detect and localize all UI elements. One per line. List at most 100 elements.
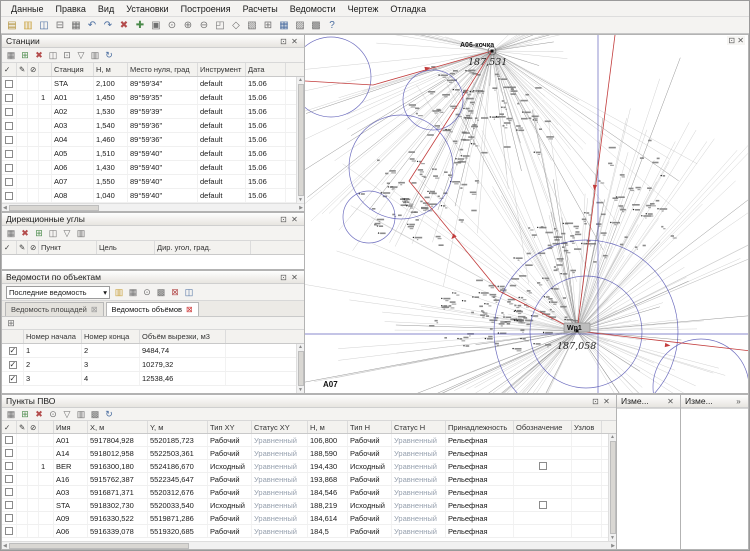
row-checkbox[interactable] <box>5 136 13 144</box>
table-row[interactable]: A061,43089°59'40"default15.06 <box>2 161 296 175</box>
mark-checkbox[interactable] <box>539 501 547 509</box>
index-column[interactable] <box>39 421 54 433</box>
row-checkbox[interactable] <box>5 475 13 483</box>
column-header[interactable]: Имя <box>54 421 88 433</box>
copy-row-icon[interactable]: ◫ <box>46 227 60 240</box>
table-row[interactable]: A035916871,3715520312,676РабочийУравненн… <box>2 486 608 499</box>
columns-icon[interactable]: ▥ <box>74 227 88 240</box>
delete-row-icon[interactable]: ✖ <box>18 227 32 240</box>
settings-icon[interactable]: ▩ <box>308 18 324 33</box>
close-icon[interactable]: ✕ <box>289 273 300 282</box>
table-row[interactable]: 1BER5916300,1805524186,670ИсходныйУравне… <box>2 460 608 473</box>
menu-Ведомости[interactable]: Ведомости <box>284 3 342 15</box>
attachment-icon[interactable]: ⊘ <box>28 421 39 433</box>
comment-icon[interactable]: ✎ <box>17 63 28 76</box>
row-checkbox[interactable] <box>9 375 17 383</box>
table-row[interactable]: A145918012,9585522503,361РабочийУравненн… <box>2 447 608 460</box>
table-row[interactable]: A041,46089°59'36"default15.06 <box>2 133 296 147</box>
table-row[interactable]: A051,51089°59'40"default15.06 <box>2 147 296 161</box>
table-row[interactable]: 129484,74 <box>2 344 296 358</box>
zoom-fit-icon[interactable]: ◰ <box>212 18 228 33</box>
map-canvas[interactable]: А06-кочка187,531Wp1187,058A07 ⊡ ✕ <box>305 34 749 394</box>
stations-vscrollbar[interactable]: ▲▼ <box>296 77 304 203</box>
column-header[interactable]: Номер начала <box>24 330 82 343</box>
preview-icon[interactable]: ▦ <box>68 18 84 33</box>
table-row[interactable]: A081,04089°59'40"default15.06 <box>2 189 296 203</box>
delete-row-icon[interactable]: ✖ <box>32 408 46 421</box>
delete-row-icon[interactable]: ✖ <box>32 49 46 62</box>
column-header[interactable]: Место нуля, град <box>128 63 198 76</box>
menu-Чертеж[interactable]: Чертеж <box>342 3 385 15</box>
column-header[interactable]: Дата <box>246 63 286 76</box>
table-row[interactable]: 2310279,32 <box>2 358 296 372</box>
open-icon[interactable]: ▥ <box>112 286 126 299</box>
table-row[interactable]: A071,55089°59'40"default15.06 <box>2 175 296 189</box>
row-checkbox[interactable] <box>5 122 13 130</box>
pan-icon[interactable]: ◇ <box>228 18 244 33</box>
close-icon[interactable]: ✕ <box>601 397 612 406</box>
tab-close-icon[interactable]: ⊠ <box>91 305 98 314</box>
row-checkbox[interactable] <box>5 514 13 522</box>
table-row[interactable]: A021,53089°59'39"default15.06 <box>2 105 296 119</box>
column-header[interactable]: Цель <box>97 241 155 254</box>
columns-icon[interactable]: ▥ <box>74 408 88 421</box>
sheet-select[interactable]: Последние ведомость ▾ <box>6 286 110 299</box>
close-icon[interactable]: ✕ <box>665 397 676 406</box>
table-row[interactable]: STA5918302,7305520033,540ИсходныйУравнен… <box>2 499 608 512</box>
new-icon[interactable]: ▤ <box>4 18 20 33</box>
filter-icon[interactable]: ▽ <box>74 49 88 62</box>
table-row[interactable]: A165915762,3875522345,647РабочийУравненн… <box>2 473 608 486</box>
save-icon[interactable]: ◫ <box>36 18 52 33</box>
table-row[interactable]: A065916339,0785519320,685РабочийУравненн… <box>2 525 608 538</box>
mark-checkbox[interactable] <box>539 462 547 470</box>
menu-Данные[interactable]: Данные <box>5 3 50 15</box>
comment-icon[interactable]: ✎ <box>17 421 28 433</box>
copy-row-icon[interactable]: ◫ <box>46 49 60 62</box>
insert-row-icon[interactable]: ⊞ <box>18 49 32 62</box>
column-header[interactable]: Н, м <box>94 63 128 76</box>
refresh-icon[interactable]: ↻ <box>102 408 116 421</box>
find-icon[interactable]: ⊙ <box>164 18 180 33</box>
row-checkbox[interactable] <box>5 80 13 88</box>
column-header[interactable]: Объём вырезки, м3 <box>140 330 226 343</box>
column-header[interactable]: Y, м <box>148 421 208 433</box>
properties-icon[interactable]: ▣ <box>148 18 164 33</box>
attachment-icon[interactable]: ⊘ <box>28 241 39 254</box>
grid-icon[interactable]: ⊞ <box>260 18 276 33</box>
row-checkbox[interactable] <box>5 436 13 444</box>
zoom-out-icon[interactable]: ⊖ <box>196 18 212 33</box>
row-checkbox[interactable] <box>9 361 17 369</box>
column-header[interactable]: Н, м <box>308 421 348 433</box>
check-column[interactable]: ✓ <box>2 63 17 76</box>
refresh-icon[interactable]: ↻ <box>102 49 116 62</box>
pin-icon[interactable]: ⊡ <box>278 273 289 282</box>
table-view-icon[interactable]: ▦ <box>4 227 18 240</box>
columns-icon[interactable]: ▥ <box>88 49 102 62</box>
table-view-icon[interactable]: ▦ <box>126 286 140 299</box>
menu-Установки[interactable]: Установки <box>120 3 174 15</box>
table-row[interactable]: A015917804,9285520185,723РабочийУравненн… <box>2 434 608 447</box>
pin-icon[interactable]: ⊡ <box>590 397 601 406</box>
pin-icon[interactable]: ⊡ <box>278 37 289 46</box>
help-icon[interactable]: ? <box>324 18 340 33</box>
points-vscrollbar[interactable]: ▲▼ <box>608 434 616 541</box>
row-checkbox[interactable] <box>5 449 13 457</box>
find-icon[interactable]: ⊙ <box>140 286 154 299</box>
tab-Ведомость площадей[interactable]: Ведомость площадей⊠ <box>5 302 104 316</box>
find-icon[interactable]: ⊙ <box>46 408 60 421</box>
tab-close-icon[interactable]: ⊠ <box>186 305 193 314</box>
row-checkbox[interactable] <box>5 94 13 102</box>
tab-Ведомость объёмов[interactable]: Ведомость объёмов⊠ <box>106 302 199 316</box>
check-column[interactable] <box>2 330 24 343</box>
table-row[interactable]: A031,54089°59'36"default15.06 <box>2 119 296 133</box>
filter-icon[interactable]: ▽ <box>60 408 74 421</box>
row-checkbox[interactable] <box>5 150 13 158</box>
paste-row-icon[interactable]: ⊡ <box>60 49 74 62</box>
comment-icon[interactable]: ✎ <box>17 241 28 254</box>
row-checkbox[interactable] <box>5 527 13 535</box>
report-icon[interactable]: ▨ <box>292 18 308 33</box>
row-checkbox[interactable] <box>9 347 17 355</box>
column-header[interactable]: Дир. угол, град. <box>155 241 251 254</box>
row-checkbox[interactable] <box>5 501 13 509</box>
grid-icon-icon[interactable]: ⊞ <box>4 317 18 330</box>
